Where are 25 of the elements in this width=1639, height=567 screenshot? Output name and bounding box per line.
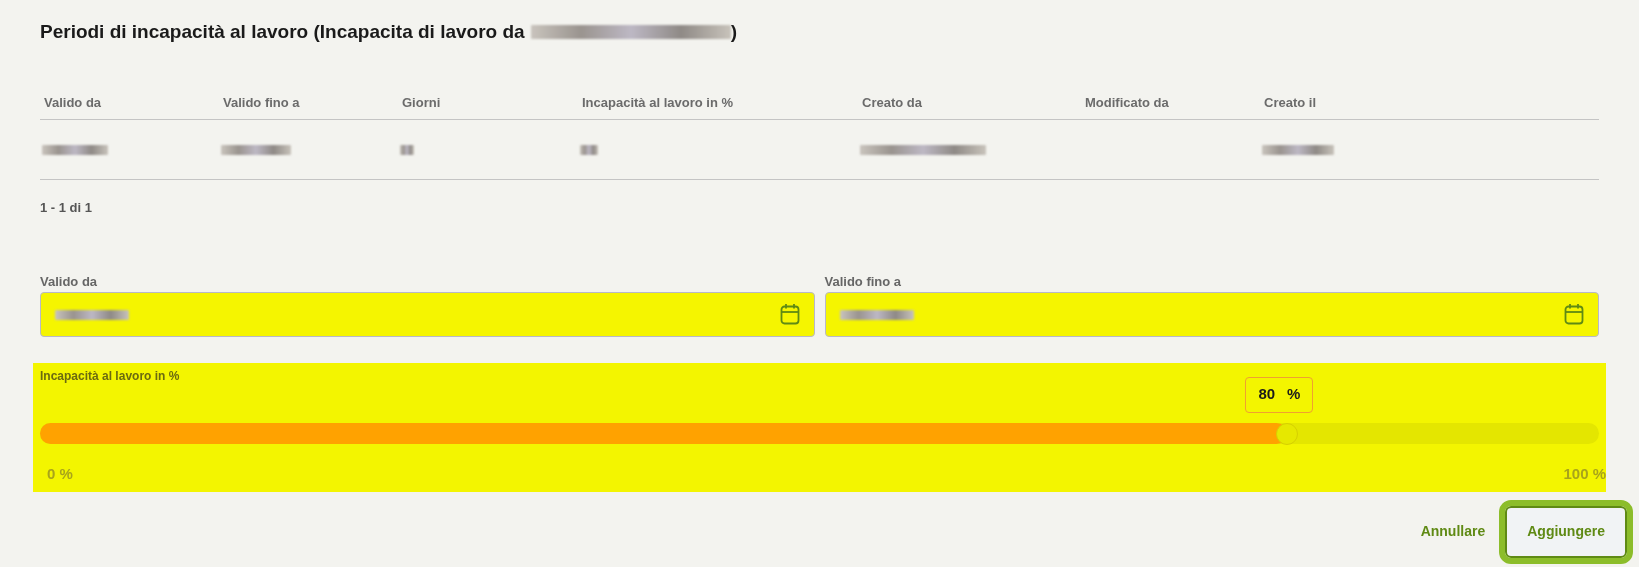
column-header: Incapacità al lavoro in %	[582, 94, 733, 110]
slider-max-label: 100 %	[1563, 464, 1606, 484]
blurred-text	[221, 145, 291, 156]
column-header: Giorni	[402, 94, 441, 110]
section-title: )	[730, 19, 737, 44]
cancel-button[interactable]: Annullare	[1414, 511, 1492, 552]
blurred-text	[42, 145, 108, 156]
field-label: Valido da	[40, 272, 99, 288]
calendar-icon[interactable]	[1564, 303, 1584, 325]
calendar-icon[interactable]	[779, 303, 800, 325]
column-header: Creato il	[1264, 94, 1316, 110]
blurred-text	[400, 145, 414, 156]
date-field[interactable]	[824, 291, 1599, 337]
blurred-text	[580, 145, 598, 156]
column-header: Modificato da	[1085, 94, 1169, 110]
column-header: Creato da	[862, 94, 922, 110]
column-header: Valido fino a	[223, 94, 300, 110]
date-field[interactable]	[40, 291, 815, 337]
blurred-text	[1262, 145, 1334, 156]
pagination-text: 1 - 1 di 1	[40, 199, 94, 217]
section-title: Periodi di incapacità al lavoro (Incapacita di lavoro da	[40, 19, 525, 44]
column-header: Valido da	[44, 94, 102, 110]
field-label: Valido fino a	[824, 272, 903, 288]
slider-min-label: 0 %	[47, 464, 73, 484]
slider-thumb[interactable]	[1276, 422, 1299, 445]
